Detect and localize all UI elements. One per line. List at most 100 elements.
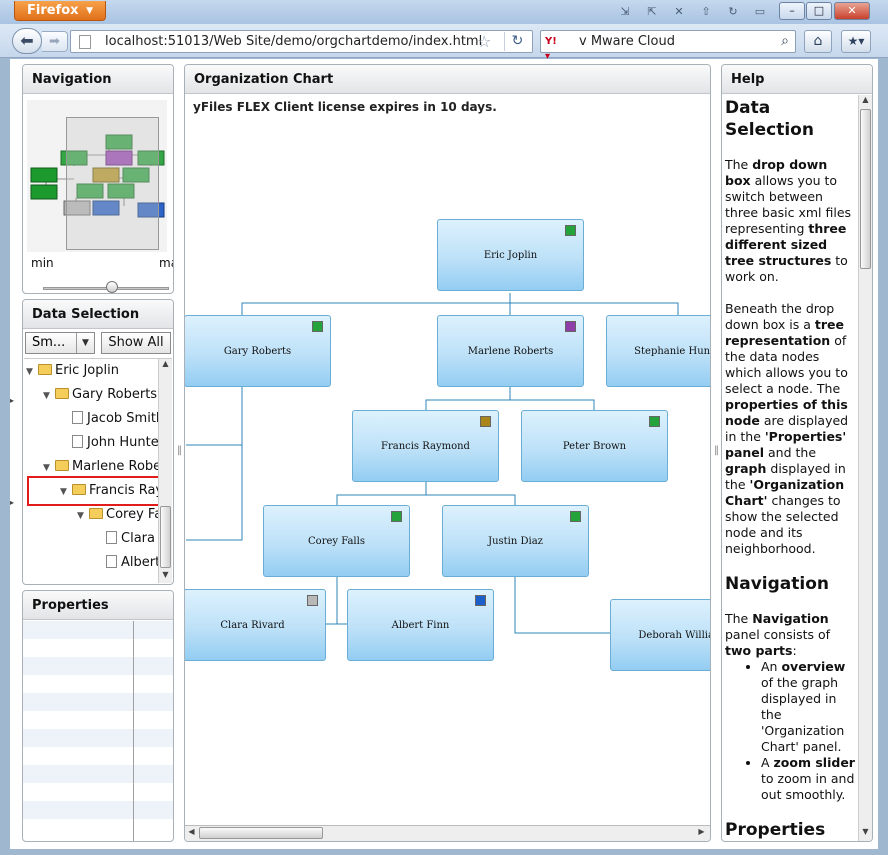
org-chart-node[interactable]: Albert Finn — [347, 589, 494, 661]
url-bar[interactable]: localhost:51013/Web Site/demo/orgchartde… — [70, 30, 533, 53]
help-heading-data-selection: Data Selection — [725, 98, 814, 140]
browser-navbar: ⬅ ➡ localhost:51013/Web Site/demo/orgcha… — [0, 24, 888, 62]
toolbar-icon-6[interactable]: ▭ — [749, 3, 771, 20]
tree-scrollbar-thumb[interactable] — [160, 506, 171, 568]
search-input[interactable]: v Mware Cloud — [579, 34, 675, 49]
toolbar-icon-5[interactable]: ↻ — [722, 3, 744, 20]
org-chart-node[interactable]: Corey Falls — [263, 505, 410, 577]
forward-button[interactable]: ➡ — [42, 31, 68, 52]
search-bar[interactable]: Y! ▾ v Mware Cloud ⌕ — [540, 30, 796, 62]
scroll-down-icon[interactable]: ▼ — [160, 570, 171, 583]
tree-item-label: John Hunter — [87, 435, 165, 450]
scroll-up-icon[interactable]: ▲ — [860, 95, 871, 109]
expand-triangle-icon[interactable]: ▼ — [77, 511, 89, 521]
show-all-button[interactable]: Show All — [101, 332, 171, 354]
zoom-slider-thumb[interactable] — [106, 281, 119, 293]
properties-grid[interactable] — [23, 621, 173, 841]
status-badge-icon — [565, 225, 576, 236]
file-icon — [106, 555, 117, 568]
scroll-left-icon[interactable]: ◀ — [186, 827, 197, 841]
tree-item[interactable]: ▼ Gary Roberts — [43, 387, 157, 407]
help-panel: Help Data Selection The drop down box al… — [721, 64, 873, 842]
page-content: Navigation min m Data Selection Sm... ▼ … — [10, 59, 878, 849]
close-window-button[interactable]: ✕ — [834, 2, 870, 20]
scroll-right-icon[interactable]: ▶ — [696, 827, 707, 841]
help-heading-navigation: Navigation — [725, 574, 829, 594]
org-node-label: Peter Brown — [562, 441, 627, 452]
org-chart-hscrollbar-thumb[interactable] — [199, 827, 323, 839]
help-paragraph: The drop down box allows you to switch b… — [725, 157, 852, 284]
bookmarks-button[interactable]: ★▾ — [841, 30, 871, 53]
help-scrollbar[interactable]: ▲ ▼ — [858, 95, 872, 841]
org-node-label: Deborah Williams — [638, 630, 710, 641]
org-chart-node[interactable]: Gary Roberts — [185, 315, 331, 387]
window-titlebar: Firefox ▼ ⇲ ⇱ ✕ ⇧ ↻ ▭ – □ ✕ — [0, 0, 888, 24]
status-badge-icon — [391, 511, 402, 522]
properties-panel-title: Properties — [23, 591, 173, 620]
url-text[interactable]: localhost:51013/Web Site/demo/orgchartde… — [105, 34, 482, 49]
left-edge-arrow-icon[interactable]: ▸ — [10, 394, 15, 408]
org-chart-node[interactable]: Deborah Williams — [610, 599, 710, 671]
tree-item-label: Eric Joplin — [55, 363, 119, 378]
expand-triangle-icon[interactable]: ▼ — [43, 391, 55, 401]
graph-overview[interactable] — [27, 100, 167, 252]
file-icon — [72, 411, 83, 424]
org-chart-node[interactable]: Francis Raymond — [352, 410, 499, 482]
folder-icon — [55, 388, 69, 399]
home-button[interactable]: ⌂ — [804, 30, 832, 53]
org-chart-node[interactable]: Clara Rivard — [185, 589, 326, 661]
toolbar-icon-3[interactable]: ✕ — [668, 3, 690, 20]
star-icon: ★▾ — [847, 34, 865, 48]
scroll-up-icon[interactable]: ▲ — [160, 359, 171, 373]
left-splitter-grip[interactable]: ‖ — [177, 444, 182, 458]
page-icon — [79, 35, 91, 49]
org-node-label: Gary Roberts — [223, 346, 292, 357]
home-icon: ⌂ — [813, 33, 823, 49]
tree-item[interactable]: John Hunter — [60, 435, 164, 455]
status-badge-icon — [312, 321, 323, 332]
maximize-button[interactable]: □ — [806, 2, 832, 20]
tree-scrollbar[interactable]: ▲ ▼ — [158, 359, 172, 583]
scroll-down-icon[interactable]: ▼ — [860, 827, 871, 841]
dataset-dropdown[interactable]: Sm... ▼ — [25, 332, 95, 354]
toolbar-icon-2[interactable]: ⇱ — [641, 3, 663, 20]
org-chart-node[interactable]: Stephanie Hunter — [606, 315, 710, 387]
toolbar-icon-1[interactable]: ⇲ — [614, 3, 636, 20]
org-chart-node[interactable]: Peter Brown — [521, 410, 668, 482]
overview-viewport[interactable] — [66, 117, 159, 250]
help-list-item: A zoom slider to zoom in and out smoothl… — [761, 755, 856, 803]
search-engine-icon[interactable]: Y! ▾ — [545, 34, 565, 62]
toolbar-icon-4[interactable]: ⇧ — [695, 3, 717, 20]
license-notice: yFiles FLEX Client license expires in 10… — [193, 100, 497, 114]
file-icon — [72, 435, 83, 448]
back-button[interactable]: ⬅ — [12, 28, 42, 54]
firefox-menu-button[interactable]: Firefox ▼ — [14, 1, 106, 21]
zoom-min-label: min — [31, 256, 54, 270]
help-scrollbar-thumb[interactable] — [860, 109, 871, 269]
bookmark-star-icon[interactable]: ☆ — [477, 32, 491, 51]
expand-triangle-icon[interactable]: ▼ — [26, 367, 38, 377]
help-list-item: An overview of the graph displayed in th… — [761, 659, 856, 755]
status-badge-icon — [475, 595, 486, 606]
org-chart-canvas[interactable]: Eric Joplin Gary Roberts Marlene Roberts St… — [185, 65, 710, 825]
reload-icon[interactable]: ↻ — [504, 32, 530, 51]
search-icon[interactable]: ⌕ — [781, 33, 789, 49]
folder-icon — [89, 508, 103, 519]
org-chart-node[interactable]: Justin Diaz — [442, 505, 589, 577]
data-selection-panel-title: Data Selection — [23, 300, 173, 329]
org-chart-node[interactable]: Marlene Roberts — [437, 315, 584, 387]
org-chart-hscrollbar[interactable]: ◀ ▶ — [185, 825, 710, 841]
help-heading-properties: Properties — [725, 820, 826, 840]
tree-item[interactable]: Jacob Smith — [60, 411, 164, 431]
left-edge-arrow-icon[interactable]: ▸ — [10, 496, 15, 510]
arrow-left-icon: ⬅ — [20, 31, 34, 50]
tree-item-label: Gary Roberts — [72, 387, 158, 402]
properties-column-divider[interactable] — [133, 621, 134, 841]
expand-triangle-icon[interactable]: ▼ — [43, 463, 55, 473]
minimize-button[interactable]: – — [779, 2, 805, 20]
right-splitter-grip[interactable]: ‖ — [714, 444, 719, 458]
chevron-down-icon[interactable]: ▼ — [76, 333, 94, 353]
org-chart-node[interactable]: Eric Joplin — [437, 219, 584, 291]
tree-item[interactable]: ▼ Eric Joplin — [26, 363, 119, 383]
org-node-label: Corey Falls — [308, 536, 365, 547]
